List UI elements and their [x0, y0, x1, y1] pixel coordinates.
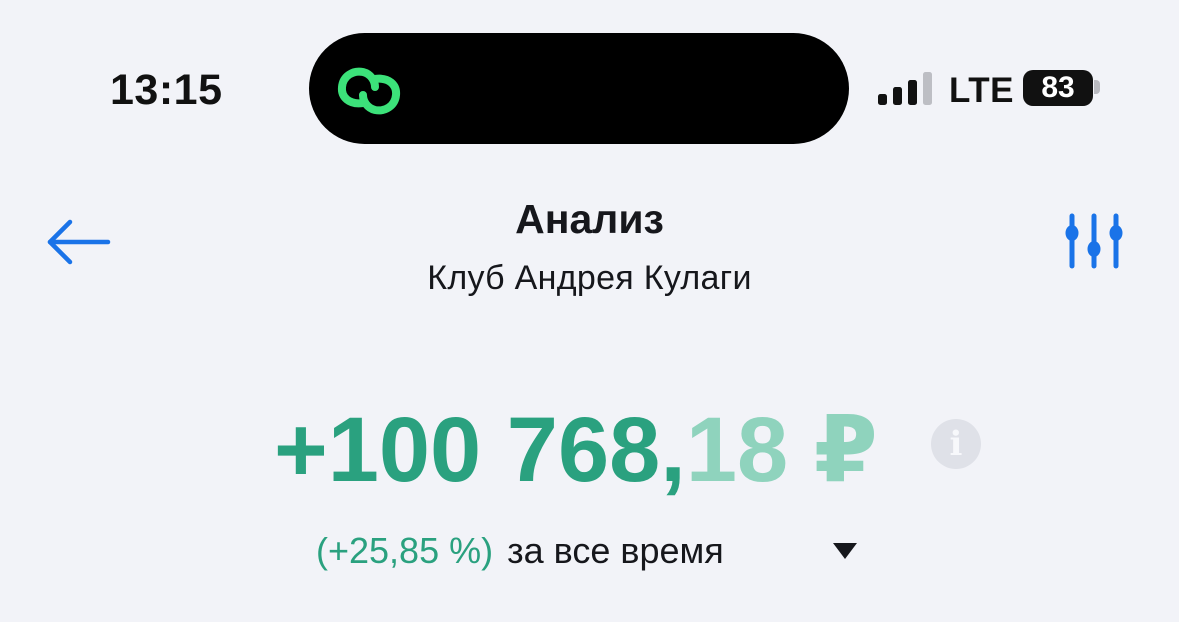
profit-percent: (+25,85 %) — [316, 530, 494, 571]
battery-level: 83 — [1041, 71, 1075, 104]
page-title: Анализ — [515, 196, 664, 242]
dynamic-island[interactable] — [309, 33, 849, 144]
status-time: 13:15 — [110, 66, 223, 114]
page-subtitle: Клуб Андрея Кулаги — [427, 259, 752, 297]
battery-icon: 83 — [1023, 70, 1093, 106]
period-selector[interactable]: (+25,85 %) за все время — [316, 528, 724, 574]
sliders-icon — [1065, 213, 1123, 269]
period-label: за все время — [507, 530, 724, 571]
screen: 13:15 LTE 83 Анализ Клуб Андрея Кулаги +… — [0, 0, 1179, 622]
info-icon[interactable]: i — [931, 419, 981, 469]
total-profit-integer: +100 768, — [274, 399, 686, 501]
filter-button[interactable] — [1058, 208, 1130, 274]
battery-tip — [1094, 80, 1100, 94]
total-profit-fraction: 18 ₽ — [685, 399, 878, 501]
chain-link-icon — [337, 67, 401, 115]
network-type: LTE — [949, 71, 1015, 110]
total-profit: +100 768,18 ₽ — [274, 400, 878, 500]
signal-icon — [878, 72, 932, 105]
triangle-down-icon[interactable] — [832, 542, 858, 560]
